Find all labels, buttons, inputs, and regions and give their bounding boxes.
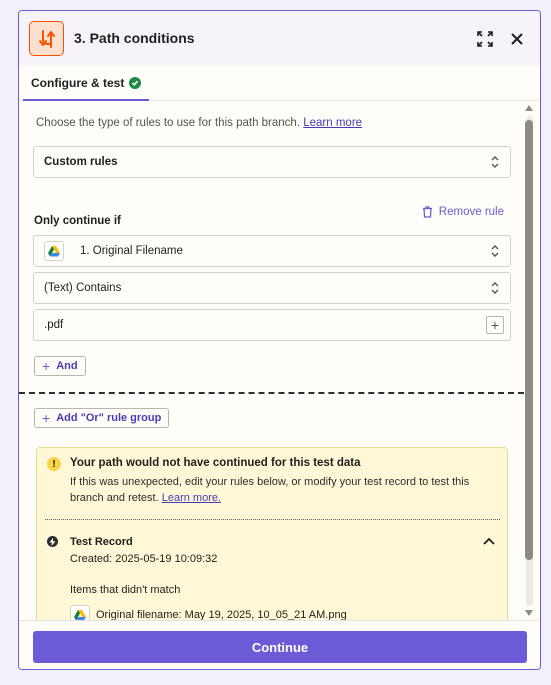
scroll-up-arrow-icon[interactable] xyxy=(525,105,533,111)
condition-value-input[interactable]: .pdf + xyxy=(33,309,511,341)
plus-icon: + xyxy=(42,358,51,374)
add-and-rule-button[interactable]: + And xyxy=(34,356,86,376)
nomatch-item: Original filename: May 19, 2025, 10_05_2… xyxy=(70,605,347,620)
remove-rule-button[interactable]: Remove rule xyxy=(422,206,504,218)
panel-header: 3. Path conditions xyxy=(19,11,540,66)
panel-content: Choose the type of rules to use for this… xyxy=(19,102,524,620)
chevron-up-icon[interactable] xyxy=(483,536,495,546)
check-circle-icon xyxy=(129,76,142,89)
warning-icon: ! xyxy=(47,457,61,471)
alert-title: Your path would not have continued for t… xyxy=(70,457,361,469)
learn-more-link[interactable]: Learn more xyxy=(303,117,362,129)
bolt-icon xyxy=(47,536,58,547)
insert-data-plus-icon[interactable]: + xyxy=(486,316,504,334)
paths-app-icon xyxy=(29,21,64,56)
trash-icon xyxy=(422,206,432,218)
condition-label: Only continue if xyxy=(34,215,121,227)
google-drive-icon xyxy=(44,241,64,261)
rule-type-hint: Choose the type of rules to use for this… xyxy=(36,117,363,129)
path-conditions-panel: 3. Path conditions Configure & test Choo… xyxy=(18,10,541,670)
alert-divider xyxy=(45,519,500,520)
rule-group-divider xyxy=(19,392,524,394)
expand-icon[interactable] xyxy=(475,29,495,49)
test-record-title: Test Record xyxy=(70,536,133,548)
rule-type-select[interactable]: Custom rules xyxy=(33,146,511,178)
chevron-up-down-icon xyxy=(491,282,499,294)
panel-title: 3. Path conditions xyxy=(74,30,195,46)
close-icon[interactable] xyxy=(507,29,527,49)
scroll-thumb[interactable] xyxy=(525,120,533,560)
chevron-up-down-icon xyxy=(491,245,499,257)
google-drive-icon xyxy=(70,605,90,620)
alert-learn-more-link[interactable]: Learn more. xyxy=(162,492,221,504)
tab-label: Configure & test xyxy=(31,75,125,90)
panel-footer: Continue xyxy=(19,620,540,669)
tab-configure-test[interactable]: Configure & test xyxy=(23,66,150,101)
nomatch-label: Items that didn't match xyxy=(70,584,181,596)
test-record-created: Created: 2025-05-19 10:09:32 xyxy=(70,553,218,565)
tab-bar: Configure & test xyxy=(19,66,540,101)
test-result-alert: ! Your path would not have continued for… xyxy=(36,447,508,620)
alert-body: If this was unexpected, edit your rules … xyxy=(70,476,470,504)
condition-field-select[interactable]: 1. Original Filename xyxy=(33,235,511,267)
plus-icon: + xyxy=(42,410,51,426)
continue-button[interactable]: Continue xyxy=(33,631,527,663)
scroll-down-arrow-icon[interactable] xyxy=(525,610,533,616)
chevron-up-down-icon xyxy=(491,156,499,168)
add-or-rule-group-button[interactable]: + Add "Or" rule group xyxy=(34,408,170,428)
scrollbar[interactable] xyxy=(523,102,535,620)
condition-operator-select[interactable]: (Text) Contains xyxy=(33,272,511,304)
